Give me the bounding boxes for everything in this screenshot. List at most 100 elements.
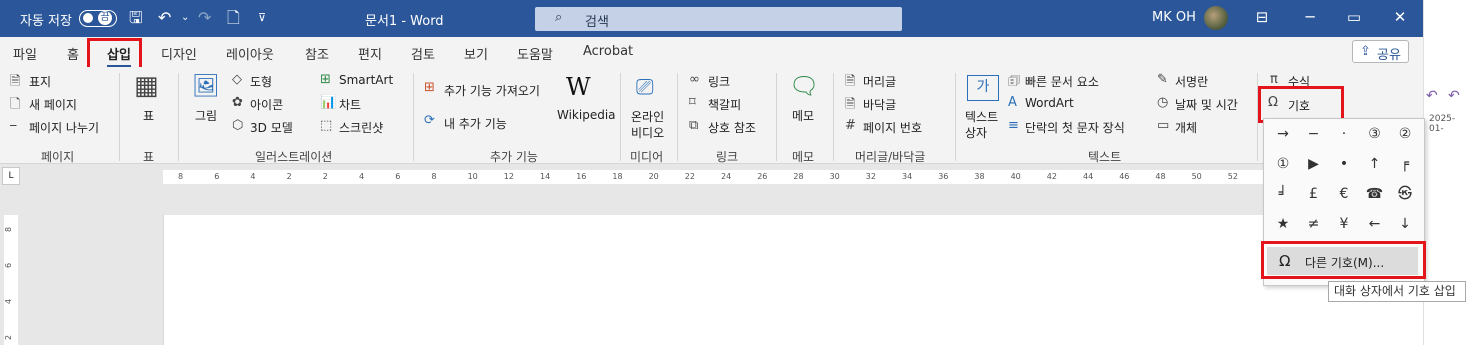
new-document-icon[interactable]: 🗋 bbox=[227, 8, 240, 28]
online-video-label-1[interactable]: 온라인 bbox=[631, 108, 664, 125]
quick-parts-button[interactable]: 빠른 문서 요소 bbox=[1025, 73, 1099, 90]
symbol-cell[interactable]: ↑ bbox=[1360, 151, 1390, 177]
3d-models-button[interactable]: 3D 모델 bbox=[250, 119, 293, 136]
symbol-cell[interactable]: ↓ bbox=[1390, 211, 1420, 237]
3d-models-icon: ⬡ bbox=[232, 118, 244, 133]
tab-layout[interactable]: 레이아웃 bbox=[226, 44, 274, 63]
wikipedia-button[interactable]: Wikipedia bbox=[557, 108, 616, 122]
vertical-ruler[interactable]: 8 6 4 2 bbox=[4, 215, 18, 345]
table-button[interactable]: 표 bbox=[143, 107, 154, 124]
footer-button[interactable]: 바닥글 bbox=[863, 96, 896, 113]
cover-page-button[interactable]: 표지 bbox=[29, 73, 51, 90]
symbol-cell[interactable]: ▶ bbox=[1299, 151, 1329, 177]
save-icon[interactable]: 🖫 bbox=[129, 8, 143, 28]
tab-mailings[interactable]: 편지 bbox=[358, 44, 382, 63]
ruler-number: 14 bbox=[540, 172, 551, 181]
symbol-cell[interactable]: ← bbox=[1360, 211, 1390, 237]
undo-dropdown-icon[interactable]: ⌄ bbox=[181, 8, 189, 28]
close-button[interactable]: ✕ bbox=[1385, 8, 1415, 26]
symbol-cell[interactable]: ╛ bbox=[1268, 181, 1298, 207]
symbol-cell[interactable]: € bbox=[1329, 181, 1359, 207]
document-page[interactable] bbox=[163, 215, 1269, 345]
symbol-cell[interactable]: ≠ bbox=[1299, 211, 1329, 237]
ribbon-tabs: 파일 홈 삽입 디자인 레이아웃 참조 편지 검토 보기 도움말 Acrobat bbox=[0, 37, 1423, 68]
tab-review[interactable]: 검토 bbox=[411, 44, 435, 63]
ruler-number: 26 bbox=[757, 172, 768, 181]
drop-cap-button[interactable]: 단락의 첫 문자 장식 bbox=[1025, 119, 1125, 136]
ruler-number: 10 bbox=[467, 172, 478, 181]
tab-acrobat[interactable]: Acrobat bbox=[583, 44, 633, 59]
share-label: 공유 bbox=[1377, 48, 1401, 63]
symbol-cell[interactable]: £ bbox=[1299, 181, 1329, 207]
wordart-button[interactable]: WordArt bbox=[1025, 96, 1074, 110]
minimize-button[interactable]: ─ bbox=[1295, 8, 1325, 26]
symbol-cell[interactable]: ① bbox=[1268, 151, 1298, 177]
share-button[interactable]: ⇪ 공유 bbox=[1352, 40, 1409, 63]
tab-design[interactable]: 디자인 bbox=[161, 44, 197, 63]
redo-icon[interactable]: ↷ bbox=[198, 8, 211, 28]
customize-toolbar-icon[interactable]: ⊽ bbox=[258, 8, 266, 28]
textbox-label-1[interactable]: 텍스트 bbox=[965, 108, 998, 125]
bookmark-button[interactable]: 책갈피 bbox=[708, 96, 741, 113]
shapes-button[interactable]: 도형 bbox=[250, 73, 272, 90]
smartart-button[interactable]: SmartArt bbox=[339, 73, 393, 87]
my-addins-button[interactable]: 내 추가 기능 bbox=[444, 115, 507, 132]
symbol-cell[interactable]: ★ bbox=[1268, 211, 1298, 237]
restore-button[interactable]: ▭ bbox=[1339, 8, 1369, 26]
tab-help[interactable]: 도움말 bbox=[517, 44, 553, 63]
symbol-cell[interactable]: → bbox=[1268, 121, 1298, 147]
user-name[interactable]: MK OH bbox=[1152, 10, 1196, 25]
symbol-cell[interactable]: ③ bbox=[1360, 121, 1390, 147]
signature-line-button[interactable]: 서명란 bbox=[1175, 73, 1208, 90]
side-date: 2025-01- bbox=[1429, 114, 1456, 134]
textbox-label-2[interactable]: 상자 bbox=[965, 124, 987, 141]
date-time-button[interactable]: 날짜 및 시간 bbox=[1175, 96, 1238, 113]
search-box[interactable]: ⌕ 검색 bbox=[535, 7, 902, 31]
blank-page-button[interactable]: 새 페이지 bbox=[29, 96, 77, 113]
group-label-table: 표 bbox=[143, 150, 155, 164]
undo-icon[interactable]: ↶ bbox=[158, 8, 171, 28]
horizontal-ruler[interactable]: 8 6 4 2 2 4 6 8 10 12 14 16 18 20 22 24 26 28 30 32 34 36 38 40… bbox=[163, 170, 1269, 184]
ruler-number: 48 bbox=[1155, 172, 1166, 181]
page-break-button[interactable]: 페이지 나누기 bbox=[29, 119, 99, 136]
autosave-toggle[interactable]: 끔 bbox=[79, 10, 117, 27]
symbol-cell[interactable]: · bbox=[1329, 121, 1359, 147]
textbox-icon: 가 bbox=[967, 75, 999, 101]
icons-icon: ✿ bbox=[232, 95, 243, 110]
avatar[interactable] bbox=[1204, 6, 1228, 30]
cross-reference-icon: ⧉ bbox=[689, 118, 699, 133]
toggle-knob bbox=[83, 13, 93, 23]
screenshot-button[interactable]: 스크린샷 bbox=[339, 119, 383, 136]
tooltip: 대화 상자에서 기호 삽입 bbox=[1328, 281, 1466, 302]
cross-reference-button[interactable]: 상호 참조 bbox=[708, 119, 756, 136]
ruler-number: 42 bbox=[1046, 172, 1057, 181]
ribbon-display-icon[interactable]: ⊟ bbox=[1247, 8, 1277, 26]
symbol-cell[interactable]: ② bbox=[1390, 121, 1420, 147]
tab-selector[interactable]: L bbox=[2, 167, 20, 185]
online-video-label-2[interactable]: 비디오 bbox=[631, 124, 664, 141]
comment-button[interactable]: 메모 bbox=[792, 107, 814, 124]
word-window: 자동 저장 끔 🖫 ↶ ⌄ ↷ 🗋 ⊽ 문서1 - Word ⌕ 검색 MK O… bbox=[0, 0, 1469, 345]
page-number-button[interactable]: 페이지 번호 bbox=[863, 119, 922, 136]
header-button[interactable]: 머리글 bbox=[863, 73, 896, 90]
group-separator bbox=[955, 73, 956, 161]
ruler-number: 18 bbox=[612, 172, 623, 181]
symbol-cell[interactable]: • bbox=[1329, 151, 1359, 177]
tab-home[interactable]: 홈 bbox=[67, 44, 79, 63]
tab-references[interactable]: 참조 bbox=[305, 44, 329, 63]
group-separator bbox=[119, 73, 120, 161]
symbol-cell[interactable]: − bbox=[1299, 121, 1329, 147]
tab-file[interactable]: 파일 bbox=[13, 44, 37, 63]
chart-button[interactable]: 차트 bbox=[339, 96, 361, 113]
tab-view[interactable]: 보기 bbox=[464, 44, 488, 63]
pictures-button[interactable]: 그림 bbox=[195, 107, 217, 124]
symbol-cell[interactable]: ¥ bbox=[1329, 211, 1359, 237]
icons-button[interactable]: 아이콘 bbox=[250, 96, 283, 113]
object-button[interactable]: 개체 bbox=[1175, 119, 1197, 136]
ruler-number: 22 bbox=[684, 172, 695, 181]
symbol-cell[interactable]: ╒ bbox=[1390, 151, 1420, 177]
get-addins-button[interactable]: 추가 기능 가져오기 bbox=[444, 82, 540, 99]
symbol-cell[interactable]: ☎ bbox=[1360, 181, 1390, 207]
link-button[interactable]: 링크 bbox=[708, 73, 730, 90]
symbol-cell[interactable]: ㉿ bbox=[1390, 181, 1420, 207]
